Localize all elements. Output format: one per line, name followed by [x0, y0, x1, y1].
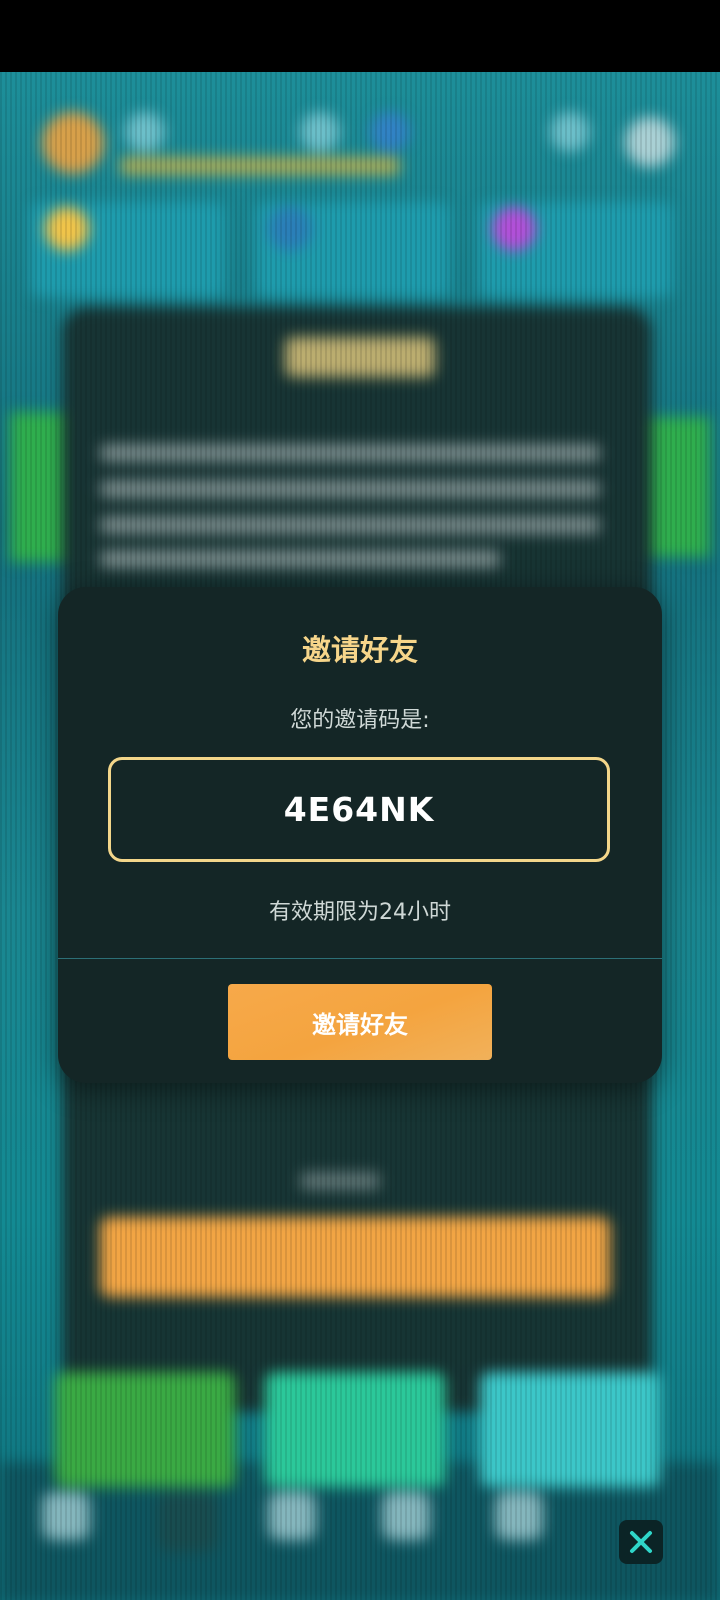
dialog-divider: [58, 958, 662, 959]
validity-note: 有效期限为24小时: [269, 900, 451, 925]
invite-friend-dialog: 邀请好友 您的邀请码是: 4E64NK 有效期限为24小时 邀请好友: [58, 587, 662, 1083]
close-button[interactable]: [619, 1520, 663, 1564]
invite-code-value: 4E64NK: [283, 790, 435, 829]
close-icon: [630, 1531, 652, 1553]
invite-friend-button[interactable]: 邀请好友: [228, 984, 492, 1060]
invite-code-box[interactable]: 4E64NK: [108, 757, 610, 862]
status-bar: [0, 0, 720, 72]
dialog-title: 邀请好友: [301, 633, 418, 667]
invite-code-label: 您的邀请码是:: [290, 708, 430, 733]
